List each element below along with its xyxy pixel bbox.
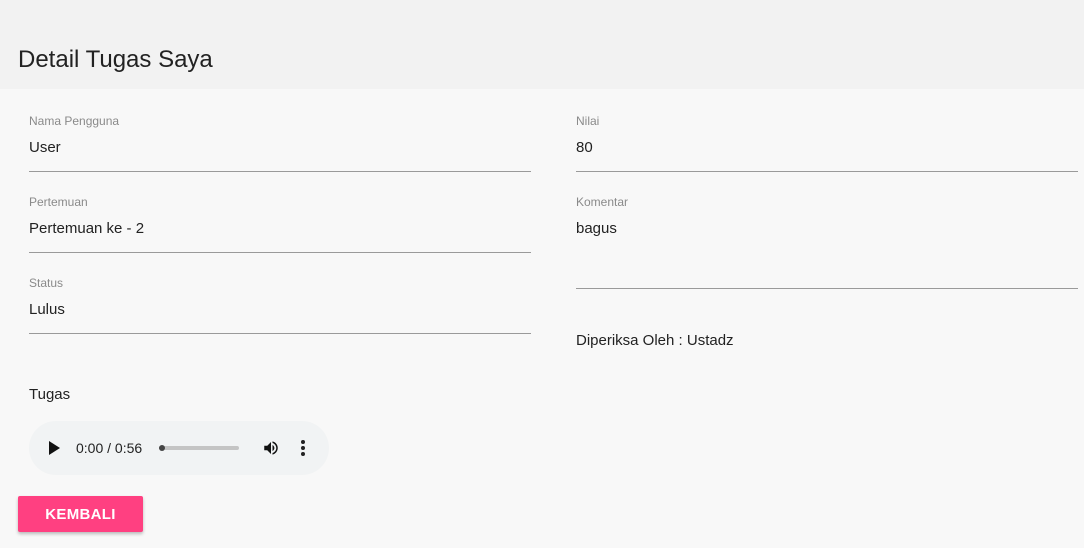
nilai-label: Nilai — [576, 114, 600, 128]
field-underline — [576, 171, 1078, 172]
nama-pengguna-value: User — [29, 139, 61, 156]
field-underline — [576, 288, 1078, 289]
komentar-label: Komentar — [576, 195, 629, 209]
diperiksa-oleh-text: Diperiksa Oleh : Ustadz — [576, 332, 734, 349]
nilai-field[interactable]: Nilai 80 — [576, 114, 1078, 172]
pertemuan-field[interactable]: Pertemuan Pertemuan ke - 2 — [29, 195, 531, 253]
status-value: Lulus — [29, 301, 65, 318]
status-field[interactable]: Status Lulus — [29, 276, 531, 334]
komentar-value: bagus — [576, 220, 617, 237]
play-icon[interactable] — [49, 441, 60, 455]
page-header: Detail Tugas Saya — [0, 0, 1084, 89]
nama-pengguna-field[interactable]: Nama Pengguna User — [29, 114, 531, 172]
volume-icon[interactable] — [262, 439, 280, 457]
pertemuan-value: Pertemuan ke - 2 — [29, 220, 145, 237]
audio-seek-bar[interactable] — [159, 445, 239, 451]
pertemuan-label: Pertemuan — [29, 195, 88, 209]
komentar-field[interactable]: Komentar bagus — [576, 195, 1078, 289]
nama-pengguna-label: Nama Pengguna — [29, 114, 120, 128]
audio-time: 0:00 / 0:56 — [76, 440, 143, 456]
nilai-value: 80 — [576, 139, 593, 156]
audio-player[interactable]: 0:00 / 0:56 — [29, 421, 329, 475]
tugas-label: Tugas — [29, 386, 71, 403]
page-title: Detail Tugas Saya — [18, 46, 213, 73]
field-underline — [29, 333, 531, 334]
kembali-button[interactable]: KEMBALI — [18, 496, 143, 532]
status-label: Status — [29, 276, 64, 290]
field-underline — [29, 171, 531, 172]
field-underline — [29, 252, 531, 253]
more-vert-icon[interactable] — [299, 439, 307, 457]
audio-seek-handle[interactable] — [159, 445, 165, 451]
